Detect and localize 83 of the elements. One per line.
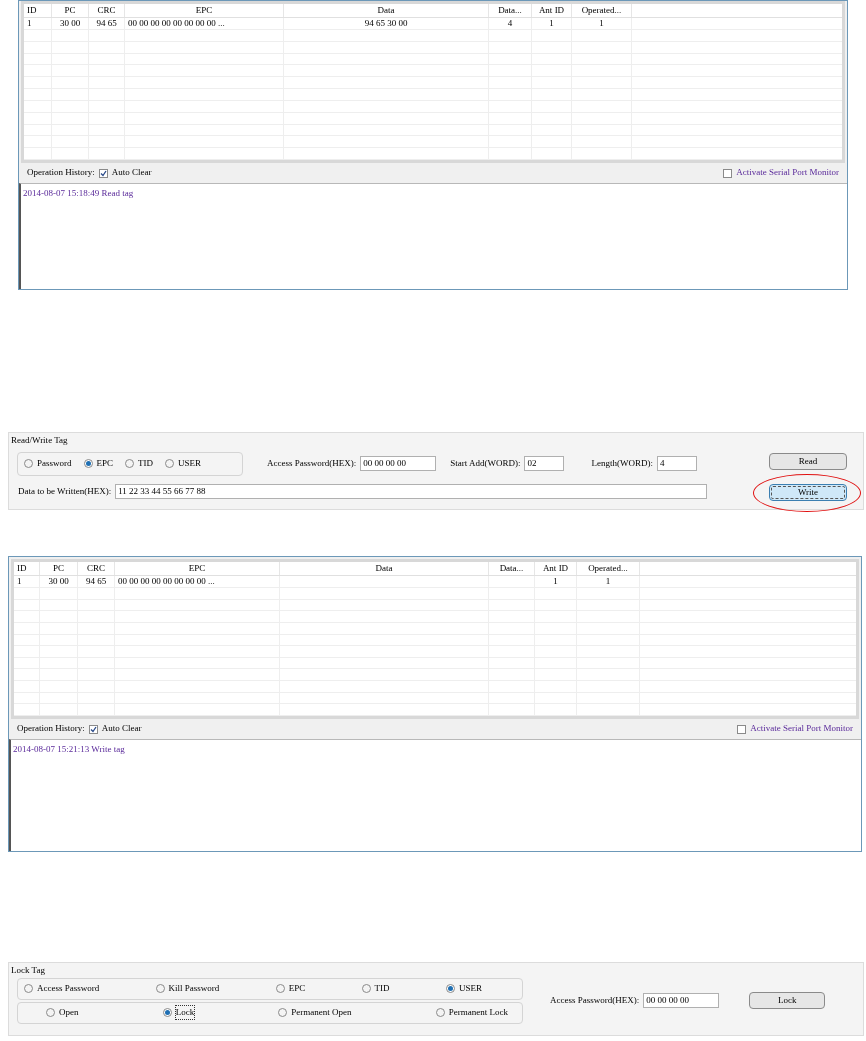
table-cell: 94 65 bbox=[78, 576, 115, 587]
checkbox-label: Auto Clear bbox=[111, 166, 152, 180]
button[interactable]: Write bbox=[769, 484, 847, 501]
lock-button[interactable]: Lock bbox=[749, 992, 826, 1009]
input-field[interactable]: 02 bbox=[524, 456, 565, 471]
button[interactable]: Read bbox=[769, 453, 847, 470]
input-field[interactable]: 00 00 00 00 bbox=[360, 456, 437, 471]
table-cell: 00 00 00 00 00 00 00 00 ... bbox=[125, 18, 284, 29]
checkbox[interactable] bbox=[723, 168, 733, 178]
checkbox[interactable] bbox=[88, 724, 98, 734]
table-cell: 30 00 bbox=[52, 18, 89, 29]
radio-label: USER bbox=[178, 456, 202, 470]
radio-label: Access Password bbox=[37, 981, 100, 995]
radio-label: TID bbox=[138, 456, 154, 470]
log-entry: 2014-08-07 15:21:13 Write tag bbox=[13, 743, 126, 756]
radio-button[interactable] bbox=[24, 984, 33, 993]
checkbox-label: Auto Clear bbox=[101, 722, 142, 736]
table-cell: 1 bbox=[14, 576, 40, 587]
column-header[interactable]: Data... bbox=[489, 562, 535, 575]
checkbox[interactable] bbox=[737, 724, 747, 734]
table-cell: 1 bbox=[532, 18, 572, 29]
radio-button[interactable] bbox=[46, 1008, 55, 1017]
radio-label: Permanent Lock bbox=[448, 1005, 508, 1019]
table-cell: 94 65 bbox=[89, 18, 125, 29]
field-label: Data to be Written(HEX): bbox=[18, 484, 112, 498]
history-label: Operation History: bbox=[27, 166, 95, 180]
column-header[interactable]: Operated... bbox=[572, 4, 632, 17]
radio-label: Open bbox=[59, 1005, 79, 1019]
field-label: Start Add(WORD): bbox=[450, 456, 521, 470]
radio-button[interactable] bbox=[361, 984, 371, 993]
radio-button[interactable] bbox=[165, 459, 175, 468]
table-cell: 4 bbox=[489, 18, 532, 29]
table-cell: 94 65 30 00 bbox=[284, 18, 489, 29]
table-cell: 00 00 00 00 00 00 00 00 ... bbox=[115, 576, 280, 587]
table-cell: 1 bbox=[535, 576, 577, 587]
input-field[interactable]: 4 bbox=[656, 456, 697, 471]
panel-title: Lock Tag bbox=[11, 964, 45, 977]
radio-button[interactable] bbox=[445, 984, 455, 993]
panel-title: Read/Write Tag bbox=[11, 434, 68, 447]
table-cell: 1 bbox=[24, 18, 52, 29]
history-label: Operation History: bbox=[17, 722, 85, 736]
radio-label: Lock bbox=[175, 1005, 195, 1020]
table-cell: 30 00 bbox=[40, 576, 78, 587]
radio-button[interactable] bbox=[125, 459, 135, 468]
input-field[interactable]: 00 00 00 00 bbox=[643, 993, 720, 1008]
input-field[interactable]: 11 22 33 44 55 66 77 88 bbox=[115, 484, 708, 499]
radio-label: Password bbox=[37, 456, 72, 470]
radio-button[interactable] bbox=[278, 1008, 288, 1017]
field-label: Access Password(HEX): bbox=[550, 993, 640, 1007]
column-header[interactable]: ID bbox=[14, 562, 40, 575]
radio-button[interactable] bbox=[275, 984, 285, 993]
radio-button[interactable] bbox=[24, 459, 33, 468]
column-header[interactable]: Ant ID bbox=[532, 4, 572, 17]
radio-label: Permanent Open bbox=[291, 1005, 352, 1019]
radio-button[interactable] bbox=[155, 984, 165, 993]
column-header[interactable]: EPC bbox=[125, 4, 284, 17]
field-label: Access Password(HEX): bbox=[267, 456, 357, 470]
radio-label: EPC bbox=[288, 981, 306, 995]
field-label: Length(WORD): bbox=[591, 456, 653, 470]
radio-label: Kill Password bbox=[168, 981, 220, 995]
column-header[interactable]: PC bbox=[40, 562, 78, 575]
radio-button[interactable] bbox=[83, 459, 93, 468]
radio-label: USER bbox=[458, 981, 482, 995]
radio-button[interactable] bbox=[162, 1008, 172, 1017]
column-header[interactable]: ID bbox=[24, 4, 52, 17]
radio-label: TID bbox=[374, 981, 390, 995]
column-header[interactable]: CRC bbox=[78, 562, 115, 575]
radio-label: EPC bbox=[96, 456, 114, 470]
checkbox-label: Activate Serial Port Monitor bbox=[750, 722, 853, 736]
column-header[interactable]: CRC bbox=[89, 4, 125, 17]
checkbox-label: Activate Serial Port Monitor bbox=[736, 166, 839, 180]
column-header[interactable]: Data bbox=[284, 4, 489, 17]
column-header[interactable]: Ant ID bbox=[535, 562, 577, 575]
column-header[interactable]: PC bbox=[52, 4, 89, 17]
column-header[interactable]: Data... bbox=[489, 4, 532, 17]
column-header[interactable]: EPC bbox=[115, 562, 280, 575]
column-header[interactable]: Operated... bbox=[577, 562, 640, 575]
log-entry: 2014-08-07 15:18:49 Read tag bbox=[23, 187, 135, 200]
radio-button[interactable] bbox=[435, 1008, 445, 1017]
table-cell: 1 bbox=[572, 18, 632, 29]
table-cell: 1 bbox=[577, 576, 640, 587]
checkbox[interactable] bbox=[98, 168, 108, 178]
column-header[interactable]: Data bbox=[280, 562, 489, 575]
